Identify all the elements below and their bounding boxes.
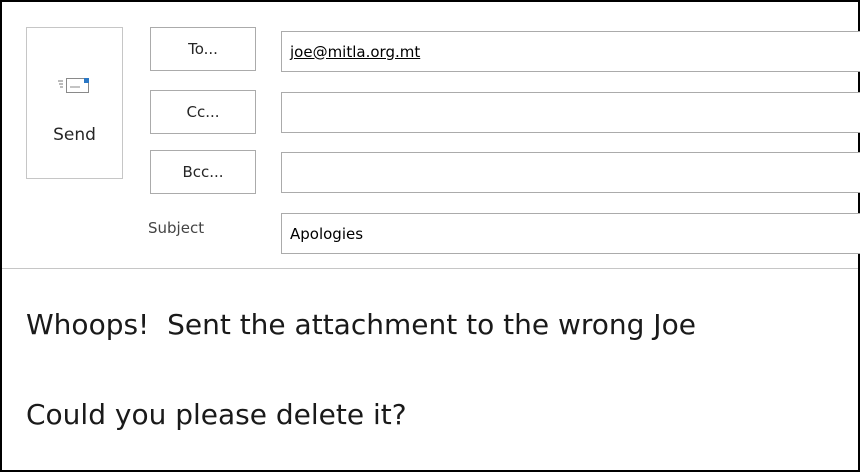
to-button[interactable]: To... [150, 27, 256, 71]
to-field[interactable]: joe@mitla.org.mt [281, 31, 860, 72]
compose-header: Send To... Cc... Bcc... joe@mitla.org.mt… [2, 2, 860, 268]
header-divider [2, 268, 858, 269]
cc-button[interactable]: Cc... [150, 90, 256, 134]
message-line-1: Whoops! Sent the attachment to the wrong… [26, 308, 696, 341]
send-button[interactable]: Send [26, 27, 123, 179]
bcc-field[interactable] [281, 152, 860, 193]
bcc-button[interactable]: Bcc... [150, 150, 256, 194]
message-body[interactable]: Whoops! Sent the attachment to the wrong… [2, 270, 858, 472]
send-mail-icon [58, 78, 89, 93]
compose-window: Send To... Cc... Bcc... joe@mitla.org.mt… [0, 0, 860, 472]
subject-label: Subject [148, 219, 205, 237]
send-label: Send [53, 125, 96, 145]
to-recipient[interactable]: joe@mitla.org.mt [290, 43, 420, 61]
message-line-2: Could you please delete it? [26, 398, 407, 431]
cc-field[interactable] [281, 92, 860, 133]
subject-value: Apologies [290, 224, 364, 243]
subject-field[interactable]: Apologies [281, 213, 860, 254]
